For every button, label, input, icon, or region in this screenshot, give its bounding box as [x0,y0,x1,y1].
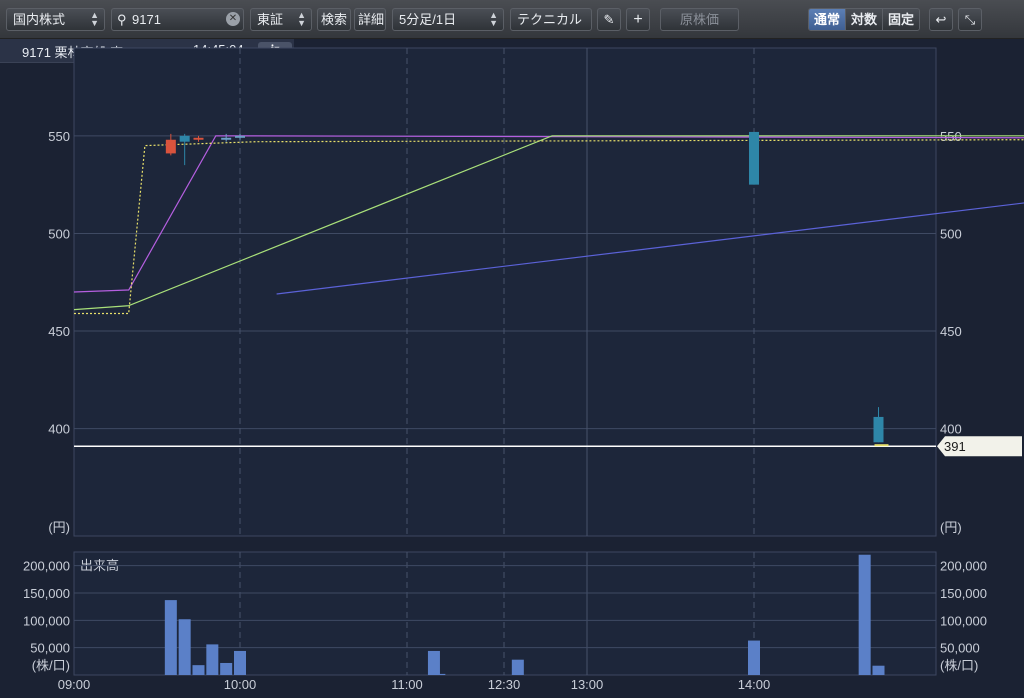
volume-tick-label-right: 200,000 [940,559,987,574]
volume-bar [748,640,760,675]
volume-unit-left: (株/口) [32,658,70,673]
volume-bar [858,554,871,675]
candle-body [235,135,245,138]
volume-bar [433,673,446,675]
volume-tick-label-left: 50,000 [30,641,70,656]
volume-bar [511,659,524,675]
x-tick-label: 09:00 [58,677,91,692]
x-tick-label: 12:30 [488,677,521,692]
y-unit-right: (円) [940,520,962,535]
y-tick-label-left: 550 [48,129,70,144]
y-tick-label-right: 400 [940,422,962,437]
price-panel [73,47,937,537]
y-tick-label-left: 450 [48,324,70,339]
volume-bar [427,650,440,675]
y-tick-label-left: 500 [48,226,70,241]
volume-bar [178,619,191,675]
candle-body [873,416,884,443]
volume-bar [872,665,885,675]
candle-body [165,139,176,154]
candle-body [221,137,232,140]
chart-area: 400 400450 450500 500550 550(円) (円)09:00 10:00… [23,47,1024,692]
x-tick-label: 14:00 [738,677,771,692]
volume-bar [192,665,205,675]
y-tick-label-right: 450 [940,324,962,339]
volume-panel [73,551,937,676]
candle-body [749,131,759,185]
volume-tick-label-left: 100,000 [23,613,70,628]
x-tick-label: 11:00 [391,677,423,692]
candle-body [193,137,204,140]
volume-bar [234,650,246,675]
x-tick-label: 13:00 [571,677,604,692]
candle-body [179,135,190,142]
volume-bar [206,644,219,675]
y-tick-label-right: 500 [940,226,962,241]
volume-tick-label-right: 50,000 [940,641,980,656]
volume-bar [164,600,177,675]
volume-tick-label-right: 100,000 [940,613,987,628]
x-tick-label: 10:00 [224,677,257,692]
volume-tick-label-left: 150,000 [23,586,70,601]
volume-bar [220,662,233,675]
volume-tick-label-right: 150,000 [940,586,987,601]
volume-tick-label-left: 200,000 [23,559,70,574]
volume-unit-right: (株/口) [940,658,978,673]
current-price-label: 391 [944,439,966,454]
last-price-marker [874,444,889,447]
y-tick-label-left: 400 [48,422,70,437]
y-unit-left: (円) [48,520,70,535]
